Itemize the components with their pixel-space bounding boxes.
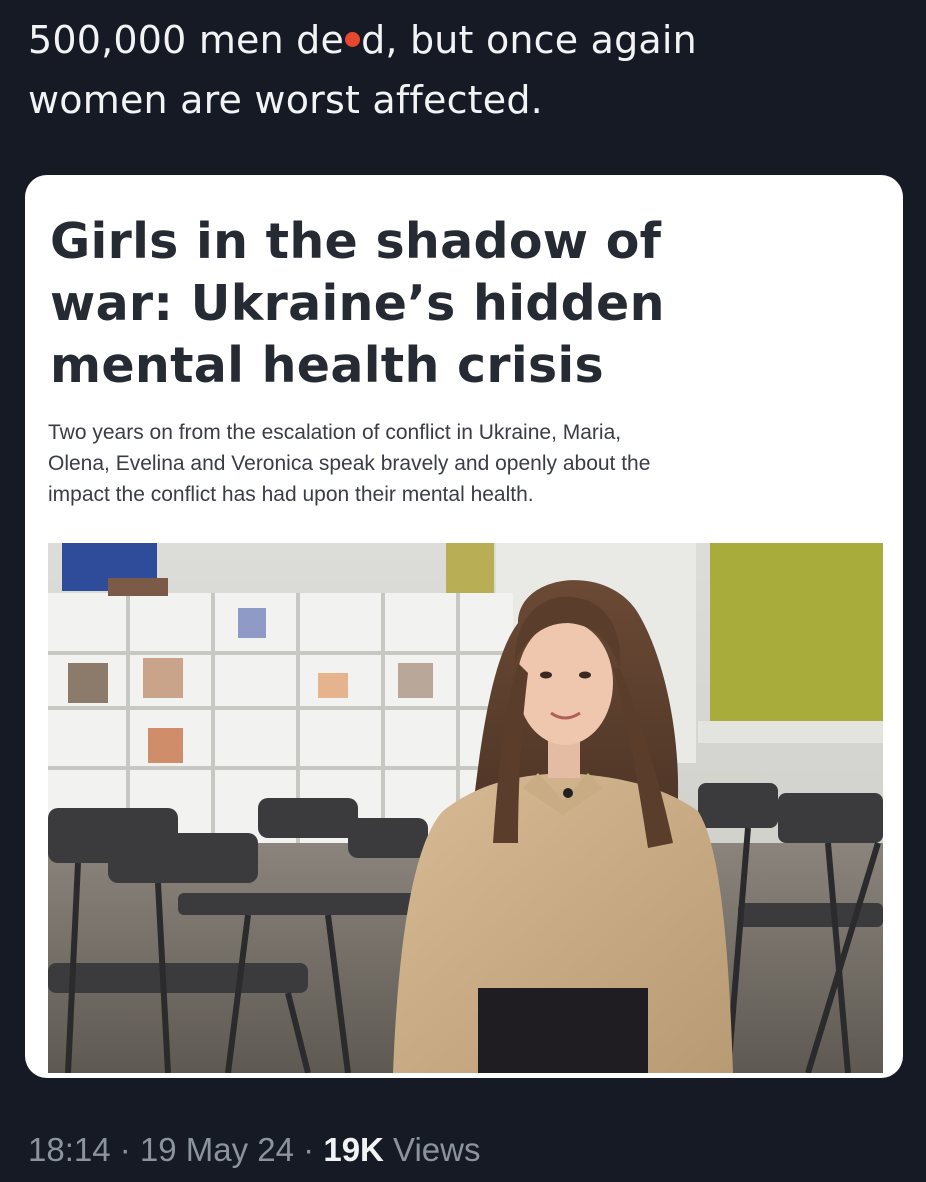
article-dek: Two years on from the escalation of conf… (48, 417, 888, 510)
views-label[interactable]: Views (384, 1131, 480, 1168)
red-dot-icon (345, 32, 361, 47)
meta-separator: · (294, 1131, 324, 1168)
tweet-text-line-1: 500,000 men de d, but once again (28, 10, 898, 70)
classroom-portrait-image (48, 543, 883, 1073)
article-headline: Girls in the shadow of war: Ukraine’s hi… (50, 211, 870, 397)
tweet-text-part: d, but once again (361, 18, 697, 62)
meta-separator: · (110, 1131, 140, 1168)
tweet-meta: 18:14 · 19 May 24 · 19K Views (28, 1130, 481, 1170)
headline-line: mental health crisis (50, 337, 604, 394)
article-card[interactable]: Girls in the shadow of war: Ukraine’s hi… (25, 175, 903, 1078)
tweet-text-line-2: women are worst affected. (28, 78, 543, 122)
article-photo[interactable] (48, 543, 883, 1073)
dek-line: Two years on from the escalation of conf… (48, 421, 622, 444)
views-count[interactable]: 19K (323, 1131, 384, 1168)
tweet-time[interactable]: 18:14 (28, 1131, 111, 1168)
dek-line: impact the conflict has had upon their m… (48, 483, 534, 506)
headline-line: war: Ukraine’s hidden (50, 275, 665, 332)
tweet-text: 500,000 men de d, but once again women ar… (28, 10, 898, 130)
dek-line: Olena, Evelina and Veronica speak bravel… (48, 452, 651, 475)
headline-line: Girls in the shadow of (50, 213, 662, 270)
tweet-date[interactable]: 19 May 24 (140, 1131, 294, 1168)
tweet-text-part: 500,000 men de (28, 18, 345, 62)
